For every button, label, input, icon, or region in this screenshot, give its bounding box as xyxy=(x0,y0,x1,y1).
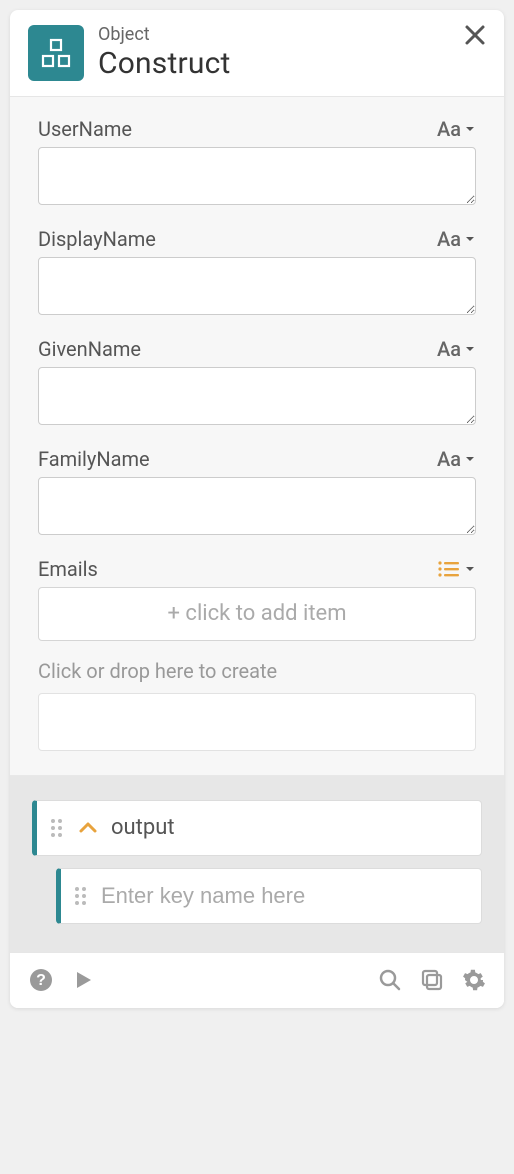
text-type-icon: Aa xyxy=(437,227,461,251)
username-input[interactable] xyxy=(38,147,476,205)
type-selector[interactable] xyxy=(437,560,476,578)
drag-handle-icon[interactable] xyxy=(51,819,65,837)
caret-down-icon xyxy=(464,563,476,575)
field-label: FamilyName xyxy=(38,447,150,471)
caret-down-icon xyxy=(464,233,476,245)
key-name-input[interactable] xyxy=(101,883,467,909)
text-type-icon: Aa xyxy=(437,117,461,141)
caret-down-icon xyxy=(464,343,476,355)
drop-label: Click or drop here to create xyxy=(38,659,476,683)
create-field-drop: Click or drop here to create xyxy=(38,659,476,751)
card-footer: ? xyxy=(10,952,504,1008)
output-key-row[interactable] xyxy=(56,868,482,924)
copy-button[interactable] xyxy=(420,968,444,992)
settings-button[interactable] xyxy=(462,968,486,992)
field-givenname: GivenName Aa xyxy=(38,337,476,429)
givenname-input[interactable] xyxy=(38,367,476,425)
search-button[interactable] xyxy=(378,968,402,992)
field-label: Emails xyxy=(38,557,98,581)
output-row[interactable]: output xyxy=(32,800,482,856)
search-icon xyxy=(378,968,402,992)
titles: Object Construct xyxy=(98,24,231,82)
drop-target[interactable] xyxy=(38,693,476,751)
caret-down-icon xyxy=(464,123,476,135)
field-username: UserName Aa xyxy=(38,117,476,209)
construct-card: Object Construct UserName Aa xyxy=(10,10,504,1008)
run-button[interactable] xyxy=(72,969,94,991)
type-selector[interactable]: Aa xyxy=(437,227,476,251)
text-type-icon: Aa xyxy=(437,447,461,471)
add-email-item-button[interactable]: + click to add item xyxy=(38,587,476,641)
field-emails: Emails + click to add item xyxy=(38,557,476,641)
card-subtitle: Object xyxy=(98,24,231,46)
list-type-icon xyxy=(437,560,461,578)
text-type-icon: Aa xyxy=(437,337,461,361)
card-header: Object Construct xyxy=(10,10,504,97)
output-section: output xyxy=(10,776,504,952)
familyname-input[interactable] xyxy=(38,477,476,535)
help-button[interactable]: ? xyxy=(28,967,54,993)
card-body: UserName Aa DisplayName Aa Given xyxy=(10,97,504,776)
field-label: UserName xyxy=(38,117,132,141)
type-selector[interactable]: Aa xyxy=(437,447,476,471)
field-familyname: FamilyName Aa xyxy=(38,447,476,539)
drag-handle-icon[interactable] xyxy=(75,887,89,905)
play-icon xyxy=(72,969,94,991)
field-label: GivenName xyxy=(38,337,141,361)
displayname-input[interactable] xyxy=(38,257,476,315)
close-button[interactable] xyxy=(464,24,486,46)
chevron-up-icon xyxy=(77,817,99,839)
gear-icon xyxy=(462,968,486,992)
help-icon: ? xyxy=(28,967,54,993)
copy-icon xyxy=(420,968,444,992)
field-displayname: DisplayName Aa xyxy=(38,227,476,319)
field-label: DisplayName xyxy=(38,227,156,251)
card-title: Construct xyxy=(98,46,231,82)
type-selector[interactable]: Aa xyxy=(437,337,476,361)
svg-text:?: ? xyxy=(36,972,46,989)
type-selector[interactable]: Aa xyxy=(437,117,476,141)
output-label: output xyxy=(111,815,175,840)
add-item-label: + click to add item xyxy=(167,601,346,626)
object-icon xyxy=(28,25,84,81)
caret-down-icon xyxy=(464,453,476,465)
